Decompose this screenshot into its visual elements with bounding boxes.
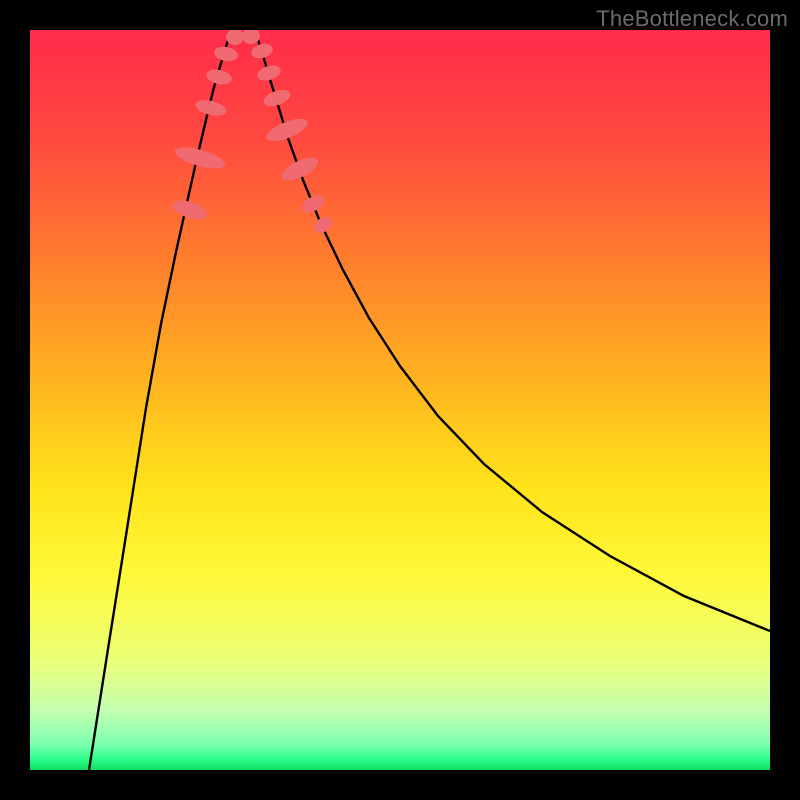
curve-left-branch [89, 37, 229, 770]
data-marker [249, 41, 274, 61]
chart-frame: TheBottleneck.com [0, 0, 800, 800]
data-marker [255, 63, 282, 84]
plot-area [30, 30, 770, 770]
data-marker [299, 192, 327, 216]
data-marker [242, 30, 260, 44]
data-marker [279, 153, 322, 185]
data-marker [170, 197, 209, 223]
data-marker [226, 30, 244, 45]
curve-layer [30, 30, 770, 770]
marker-group [170, 30, 335, 236]
curve-right-branch [257, 37, 770, 631]
data-marker [213, 45, 239, 63]
data-marker [311, 214, 335, 236]
data-marker [205, 67, 233, 86]
watermark-text: TheBottleneck.com [596, 6, 788, 32]
data-marker [264, 114, 311, 145]
